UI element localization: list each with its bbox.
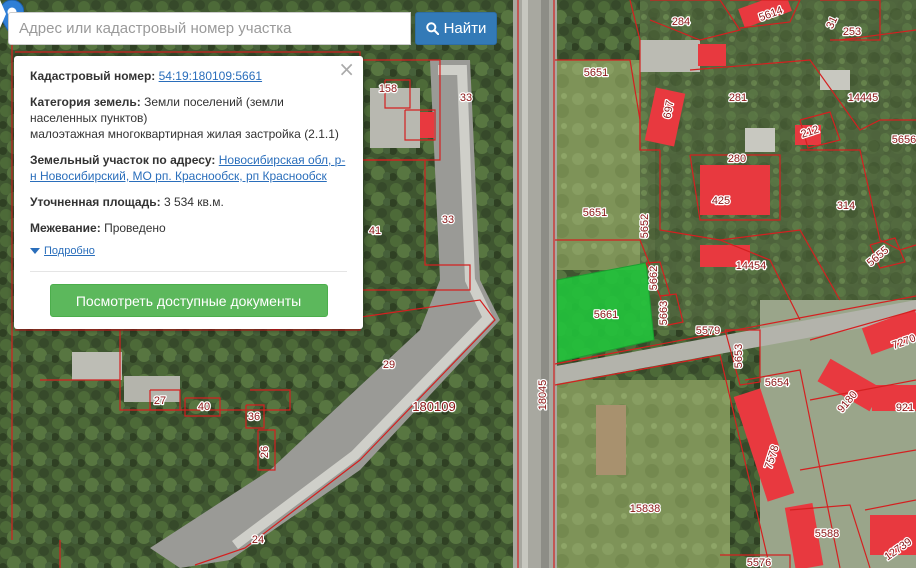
plot-number-label: 921 — [896, 402, 914, 414]
plot-number-label: 314 — [837, 200, 855, 212]
plot-number-label: 5651 — [584, 67, 608, 79]
plot-number-label: 425 — [712, 195, 730, 207]
plot-number-label: 26 — [259, 446, 271, 458]
plot-number-label: 281 — [729, 92, 747, 104]
address-label: Земельный участок по адресу: — [30, 153, 216, 167]
close-icon[interactable]: × — [338, 59, 355, 79]
plot-number-label: 280 — [728, 153, 746, 165]
search-icon — [425, 22, 439, 35]
plot-number-label: 5653 — [733, 344, 745, 368]
plot-number-label: 27 — [154, 395, 166, 407]
plot-number-label: 15838 — [630, 503, 661, 515]
survey-label: Межевание: — [30, 221, 101, 235]
selected-plot-label: 5661 — [594, 309, 618, 321]
road-plot-label: 18045 — [537, 380, 549, 411]
edge-marker — [0, 0, 6, 28]
plot-number-label: 5663 — [658, 301, 670, 325]
plot-number-label: 14445 — [848, 92, 879, 104]
chevron-down-icon — [30, 248, 40, 254]
search-box[interactable] — [8, 12, 411, 45]
plot-number-label: 5652 — [639, 214, 651, 238]
plot-number-label: 33 — [460, 92, 472, 104]
plot-number-label: 253 — [843, 26, 861, 38]
area-row: Уточненная площадь: 3 534 кв.м. — [30, 194, 347, 210]
plot-number-label: 24 — [252, 534, 264, 546]
area-label: Уточненная площадь: — [30, 195, 161, 209]
plot-number-label: 5662 — [648, 266, 660, 290]
land-use-value: малоэтажная многоквартирная жилая застро… — [30, 127, 339, 141]
divider — [30, 271, 347, 272]
cadastral-number-label: Кадастровый номер: — [30, 69, 156, 83]
quarter-label: 180109 — [412, 399, 455, 414]
land-category-row: Категория земель: Земли поселений (земли… — [30, 94, 347, 142]
plot-number-label: 36 — [248, 411, 260, 423]
plot-info-panel: × Кадастровый номер: 54:19:180109:5661 К… — [14, 56, 363, 329]
plot-number-label: 284 — [672, 16, 690, 28]
plot-number-label: 5651 — [583, 207, 607, 219]
plot-number-label: 5579 — [696, 325, 720, 337]
area-value: 3 534 кв.м. — [163, 195, 224, 209]
plot-number-label: 40 — [198, 401, 210, 413]
address-row: Земельный участок по адресу: Новосибирск… — [30, 152, 347, 184]
plot-number-label: 5576 — [747, 557, 771, 568]
plot-number-label: 14454 — [736, 260, 767, 272]
search-input[interactable] — [9, 13, 410, 44]
search-button[interactable]: Найти — [415, 12, 497, 45]
cadastral-number-link[interactable]: 54:19:180109:5661 — [159, 69, 262, 83]
survey-value: Проведено — [104, 221, 166, 235]
plot-number-label: 5588 — [815, 528, 839, 540]
plot-number-label: 5654 — [765, 377, 789, 389]
plot-number-label: 158 — [379, 83, 397, 95]
land-category-label: Категория земель: — [30, 95, 141, 109]
plot-number-label: 5656 — [892, 134, 916, 146]
cadastral-number-row: Кадастровый номер: 54:19:180109:5661 — [30, 68, 347, 84]
details-label: Подробно — [44, 245, 95, 257]
plot-number-label: 33 — [442, 214, 454, 226]
search-button-label: Найти — [443, 20, 487, 37]
view-documents-button[interactable]: Посмотреть доступные документы — [49, 284, 328, 317]
plot-number-label: 29 — [383, 359, 395, 371]
plot-number-label: 41 — [369, 225, 381, 237]
details-toggle[interactable]: Подробно — [30, 243, 347, 259]
survey-row: Межевание: Проведено — [30, 220, 347, 236]
